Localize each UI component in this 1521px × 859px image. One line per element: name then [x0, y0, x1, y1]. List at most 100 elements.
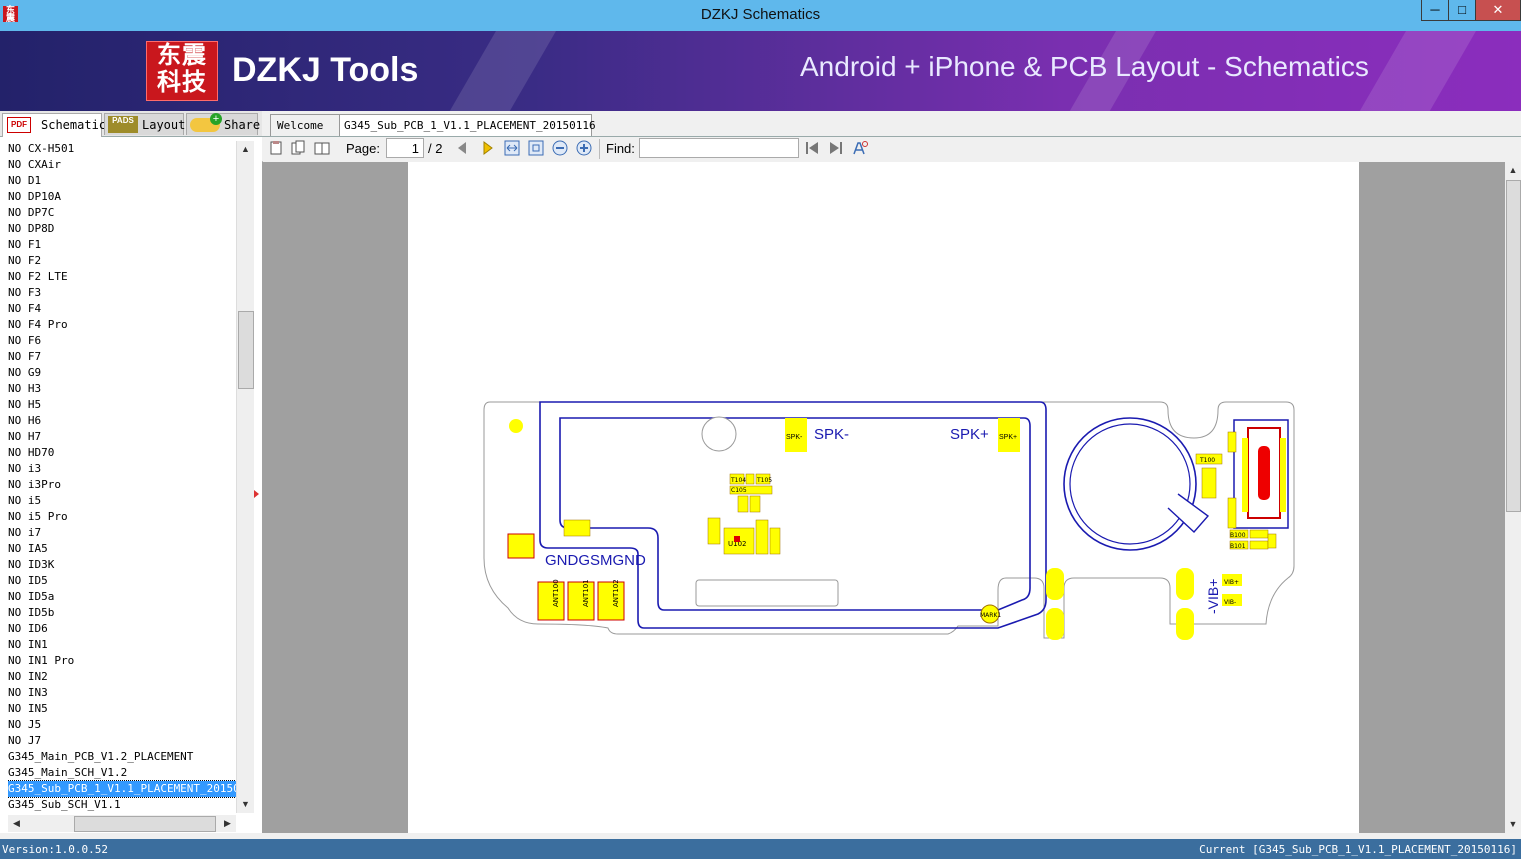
- list-item[interactable]: NO i5 Pro: [8, 509, 236, 525]
- window-title: DZKJ Schematics: [700, 6, 821, 23]
- list-item[interactable]: NO ID5b: [8, 605, 236, 621]
- list-item[interactable]: NO D1: [8, 173, 236, 189]
- scroll-thumb[interactable]: [74, 816, 216, 832]
- ref-ant102: ANT102: [612, 579, 620, 607]
- list-item[interactable]: NO i5: [8, 493, 236, 509]
- scroll-up-icon[interactable]: ▲: [1505, 162, 1521, 179]
- list-item[interactable]: NO F4 Pro: [8, 317, 236, 333]
- list-item[interactable]: NO i3Pro: [8, 477, 236, 493]
- tab-layout[interactable]: PADS Layout: [104, 113, 186, 135]
- list-item[interactable]: NO i7: [8, 525, 236, 541]
- list-item[interactable]: NO H5: [8, 397, 236, 413]
- list-item[interactable]: NO IN3: [8, 685, 236, 701]
- find-previous-icon[interactable]: [804, 140, 820, 156]
- list-item[interactable]: NO F7: [8, 349, 236, 365]
- list-item[interactable]: NO IA5: [8, 541, 236, 557]
- page-total: / 2: [428, 141, 443, 156]
- pdf-page: SPK- SPK- SPK+ SPK+ T104 T105 C105 U102: [408, 162, 1359, 833]
- list-item[interactable]: NO F1: [8, 237, 236, 253]
- list-item[interactable]: NO F3: [8, 285, 236, 301]
- list-item[interactable]: NO IN2: [8, 669, 236, 685]
- page-number-input[interactable]: 1: [386, 138, 424, 158]
- list-item[interactable]: G345_Main_PCB_V1.2_PLACEMENT: [8, 749, 236, 765]
- list-item[interactable]: NO CXAir: [8, 157, 236, 173]
- list-item[interactable]: NO ID6: [8, 621, 236, 637]
- close-button[interactable]: ✕: [1475, 0, 1521, 21]
- tab-document[interactable]: G345_Sub_PCB_1_V1.1_PLACEMENT_20150116✕: [339, 114, 596, 156]
- tab-share[interactable]: Share: [186, 113, 261, 135]
- tab-welcome[interactable]: Welcome: [270, 114, 340, 136]
- tab-label: Layout: [142, 118, 186, 132]
- previous-page-icon[interactable]: [454, 140, 470, 156]
- tab-schematic[interactable]: PDF Schematic: [2, 113, 106, 137]
- brand-name: DZKJ Tools: [232, 51, 419, 89]
- ref-b100: B100: [1230, 532, 1246, 539]
- file-list: NO CX-H501 NO CXAir NO D1 NO DP10A NO DP7C NO…: [8, 141, 236, 813]
- list-item[interactable]: NO G9: [8, 365, 236, 381]
- list-item[interactable]: NO ID3K: [8, 557, 236, 573]
- list-item[interactable]: NO F4: [8, 301, 236, 317]
- list-item[interactable]: NO J7: [8, 733, 236, 749]
- scroll-right-icon[interactable]: ▶: [219, 815, 236, 832]
- ref-t105: T105: [756, 477, 772, 484]
- gndgsmgnd-label: GNDGSMGND: [545, 552, 646, 569]
- ref-b101: B101: [1230, 543, 1246, 550]
- tab-label: Share: [224, 118, 261, 132]
- scroll-left-icon[interactable]: ◀: [8, 815, 25, 832]
- maximize-button[interactable]: □: [1448, 0, 1476, 21]
- tab-label: Schematic: [41, 118, 107, 132]
- list-item[interactable]: NO i3: [8, 461, 236, 477]
- list-item[interactable]: NO DP7C: [8, 205, 236, 221]
- zoom-out-icon[interactable]: [552, 140, 568, 156]
- scroll-thumb[interactable]: [1506, 180, 1521, 512]
- ref-ant100: ANT100: [552, 579, 560, 607]
- list-item[interactable]: NO DP10A: [8, 189, 236, 205]
- fit-page-icon[interactable]: [528, 140, 544, 156]
- continuous-page-icon[interactable]: [290, 140, 306, 156]
- document-viewer[interactable]: SPK- SPK- SPK+ SPK+ T104 T105 C105 U102: [262, 162, 1505, 833]
- list-item[interactable]: NO IN1 Pro: [8, 653, 236, 669]
- toolbar-separator: [599, 139, 600, 159]
- list-item[interactable]: NO DP8D: [8, 221, 236, 237]
- list-horizontal-scrollbar[interactable]: ◀ ▶: [8, 815, 236, 832]
- list-item[interactable]: NO F2: [8, 253, 236, 269]
- zoom-in-icon[interactable]: [576, 140, 592, 156]
- find-input[interactable]: [639, 138, 799, 158]
- list-item[interactable]: G345_Main_SCH_V1.2: [8, 765, 236, 781]
- list-item[interactable]: NO H7: [8, 429, 236, 445]
- single-page-icon[interactable]: [268, 140, 284, 156]
- list-item[interactable]: NO F6: [8, 333, 236, 349]
- list-item[interactable]: NO ID5: [8, 573, 236, 589]
- next-page-icon[interactable]: [480, 140, 496, 156]
- banner-stripe: [438, 31, 562, 111]
- find-next-icon[interactable]: [828, 140, 844, 156]
- list-item[interactable]: NO H6: [8, 413, 236, 429]
- list-item[interactable]: NO IN1: [8, 637, 236, 653]
- scroll-up-icon[interactable]: ▲: [237, 141, 254, 158]
- text-highlight-icon[interactable]: [852, 140, 868, 156]
- tab-label: Welcome: [277, 119, 324, 132]
- list-item[interactable]: G345_Sub_PCB_1_V1.1_PLACEMENT_20150116: [8, 780, 236, 798]
- list-item[interactable]: NO H3: [8, 381, 236, 397]
- ref-t100: T100: [1199, 457, 1215, 464]
- left-tab-bar: PDF Schematic PADS Layout Share: [0, 111, 262, 137]
- fit-width-icon[interactable]: [504, 140, 520, 156]
- list-item[interactable]: NO HD70: [8, 445, 236, 461]
- facing-pages-icon[interactable]: [314, 140, 330, 156]
- scroll-down-icon[interactable]: ▼: [237, 796, 254, 813]
- scroll-thumb[interactable]: [238, 311, 254, 389]
- spk-minus-label: SPK-: [814, 426, 849, 443]
- list-item[interactable]: NO IN5: [8, 701, 236, 717]
- list-item[interactable]: NO J5: [8, 717, 236, 733]
- panel-collapse-icon[interactable]: [254, 490, 259, 498]
- file-list-panel: NO CX-H501 NO CXAir NO D1 NO DP10A NO DP7C NO…: [0, 137, 263, 833]
- find-label: Find:: [606, 141, 635, 156]
- list-item[interactable]: NO ID5a: [8, 589, 236, 605]
- minimize-button[interactable]: ─: [1421, 0, 1449, 21]
- list-vertical-scrollbar[interactable]: ▲ ▼: [236, 141, 254, 813]
- list-item[interactable]: G345_Sub_SCH_V1.1: [8, 797, 236, 813]
- list-item[interactable]: NO CX-H501: [8, 141, 236, 157]
- scroll-down-icon[interactable]: ▼: [1505, 816, 1521, 833]
- viewer-vertical-scrollbar[interactable]: ▲ ▼: [1505, 162, 1521, 833]
- list-item[interactable]: NO F2 LTE: [8, 269, 236, 285]
